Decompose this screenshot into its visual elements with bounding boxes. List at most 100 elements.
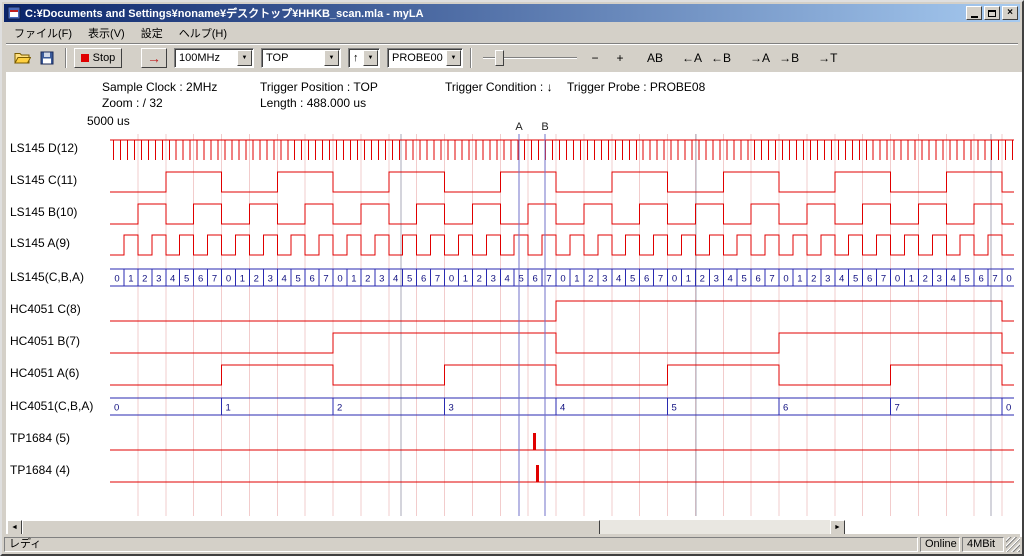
svg-text:2: 2 (477, 274, 482, 285)
svg-text:3: 3 (379, 274, 384, 285)
svg-text:4: 4 (505, 274, 510, 285)
svg-text:0: 0 (1006, 274, 1011, 285)
svg-text:6: 6 (644, 274, 649, 285)
channel-label-ls145-bus[interactable]: LS145(C,B,A) (10, 270, 84, 284)
svg-text:2: 2 (923, 274, 928, 285)
length-info: Length : 488.000 us (260, 96, 366, 110)
zoom-slider[interactable] (483, 48, 577, 68)
trigger-position-select[interactable]: TOP ▼ (261, 48, 341, 68)
channel-label-ls145-b10[interactable]: LS145 B(10) (10, 205, 77, 219)
close-button[interactable]: × (1002, 6, 1018, 20)
svg-text:6: 6 (755, 274, 760, 285)
zoom-out-button[interactable]: − (584, 48, 606, 68)
channel-label-ls145-d12[interactable]: LS145 D(12) (10, 141, 78, 155)
resize-grip[interactable] (1006, 537, 1020, 552)
svg-text:2: 2 (588, 274, 593, 285)
svg-text:0: 0 (783, 274, 788, 285)
svg-text:6: 6 (421, 274, 426, 285)
maximize-button[interactable] (984, 6, 1000, 20)
scroll-right-icon: ► (834, 524, 841, 531)
svg-text:7: 7 (658, 274, 663, 285)
channel-label-ls145-a9[interactable]: LS145 A(9) (10, 236, 70, 250)
svg-text:1: 1 (797, 274, 802, 285)
channel-label-ls145-c11[interactable]: LS145 C(11) (10, 173, 77, 187)
goto-b-left-button[interactable]: ←B (708, 48, 734, 68)
zoom-info: Zoom : / 32 (102, 96, 163, 110)
save-floppy-icon (40, 51, 54, 65)
chevron-down-icon[interactable]: ▼ (324, 50, 339, 66)
svg-text:1: 1 (128, 274, 133, 285)
svg-text:4: 4 (170, 274, 175, 285)
svg-text:1: 1 (574, 274, 579, 285)
scroll-right-button[interactable]: ► (830, 520, 845, 535)
save-button[interactable] (36, 48, 58, 68)
svg-text:1: 1 (240, 274, 245, 285)
horizontal-scrollbar[interactable]: ◄ ► (7, 520, 845, 535)
menu-item-settings[interactable]: 設定 (133, 23, 171, 43)
svg-text:5: 5 (742, 274, 747, 285)
titlebar[interactable]: C:¥Documents and Settings¥noname¥デスクトップ¥… (4, 4, 1020, 22)
menubar: ファイル(F) 表示(V) 設定 ヘルプ(H) (6, 24, 1018, 42)
menu-item-view[interactable]: 表示(V) (80, 23, 133, 43)
svg-text:2: 2 (700, 274, 705, 285)
channel-label-hc4051-a6[interactable]: HC4051 A(6) (10, 366, 79, 380)
svg-text:6: 6 (867, 274, 872, 285)
scrollbar-thumb[interactable] (22, 520, 600, 535)
svg-text:5: 5 (407, 274, 412, 285)
svg-text:3: 3 (825, 274, 830, 285)
svg-text:4: 4 (282, 274, 287, 285)
ab-button[interactable]: AB (644, 48, 666, 68)
svg-text:1: 1 (686, 274, 691, 285)
stop-button[interactable]: Stop (74, 48, 122, 68)
svg-text:4: 4 (616, 274, 621, 285)
sample-clock-select[interactable]: 100MHz ▼ (174, 48, 254, 68)
goto-a-left-button[interactable]: ←A (679, 48, 705, 68)
menu-item-help[interactable]: ヘルプ(H) (171, 23, 235, 43)
svg-text:2: 2 (365, 274, 370, 285)
channel-label-tp1684-5[interactable]: TP1684 (5) (10, 431, 70, 445)
toolbar-separator (470, 48, 472, 68)
svg-text:4: 4 (839, 274, 844, 285)
minimize-button[interactable] (966, 6, 982, 20)
svg-text:3: 3 (937, 274, 942, 285)
channel-label-tp1684-4[interactable]: TP1684 (4) (10, 463, 70, 477)
menu-item-file[interactable]: ファイル(F) (6, 23, 80, 43)
stop-label: Stop (93, 52, 116, 64)
svg-text:2: 2 (811, 274, 816, 285)
svg-text:0: 0 (895, 274, 900, 285)
trigger-edge-select[interactable]: ↑ ▼ (348, 48, 380, 68)
svg-text:3: 3 (491, 274, 496, 285)
run-button[interactable]: → (141, 48, 167, 68)
svg-text:1: 1 (909, 274, 914, 285)
svg-text:0: 0 (1006, 403, 1011, 414)
svg-text:5: 5 (965, 274, 970, 285)
run-arrow-icon: → (147, 50, 161, 66)
svg-text:7: 7 (212, 274, 217, 285)
chevron-down-icon[interactable]: ▼ (237, 50, 252, 66)
svg-text:A: A (515, 121, 523, 133)
svg-text:0: 0 (226, 274, 231, 285)
trigger-position-info: Trigger Position : TOP (260, 80, 378, 94)
sample-clock-info: Sample Clock : 2MHz (102, 80, 217, 94)
svg-text:B: B (541, 121, 548, 133)
zoom-in-button[interactable]: + (609, 48, 631, 68)
svg-text:6: 6 (978, 274, 983, 285)
zoom-slider-handle[interactable] (495, 50, 504, 66)
channel-label-hc4051-b7[interactable]: HC4051 B(7) (10, 334, 80, 348)
trigger-probe-select[interactable]: PROBE00 ▼ (387, 48, 463, 68)
svg-text:7: 7 (769, 274, 774, 285)
scroll-left-icon: ◄ (11, 524, 18, 531)
scroll-left-button[interactable]: ◄ (7, 520, 22, 535)
goto-b-right-button[interactable]: →B (776, 48, 802, 68)
open-button[interactable] (11, 48, 33, 68)
waveform-plot[interactable]: 0123456701234567012345670123456701234567… (110, 118, 1014, 518)
chevron-down-icon[interactable]: ▼ (446, 50, 461, 66)
svg-text:0: 0 (114, 403, 119, 414)
svg-text:7: 7 (546, 274, 551, 285)
goto-a-right-button[interactable]: →A (747, 48, 773, 68)
chevron-down-icon[interactable]: ▼ (363, 50, 378, 66)
goto-trigger-button[interactable]: →T (815, 48, 840, 68)
svg-text:5: 5 (853, 274, 858, 285)
channel-label-hc4051-c8[interactable]: HC4051 C(8) (10, 302, 81, 316)
channel-label-hc4051-bus[interactable]: HC4051(C,B,A) (10, 399, 93, 413)
